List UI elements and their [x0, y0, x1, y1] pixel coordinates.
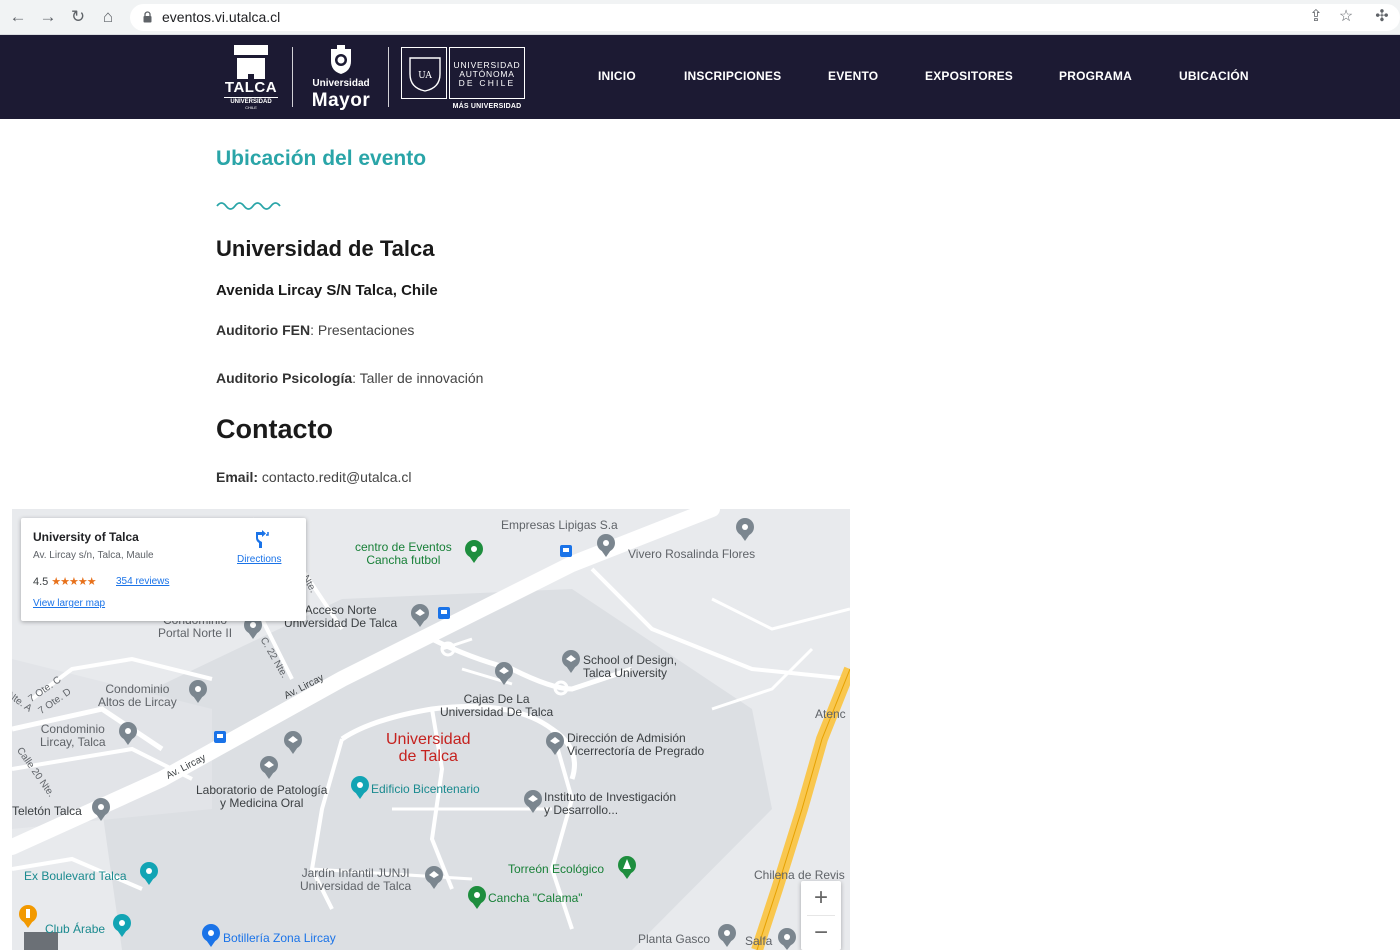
- url-text: eventos.vi.utalca.cl: [162, 9, 281, 25]
- map-label-condominio-lircay: Condominio Lircay, Talca: [40, 722, 106, 749]
- place-card-name: University of Talca: [33, 530, 139, 544]
- extensions-puzzle-icon[interactable]: ✣: [1372, 7, 1392, 27]
- logo-talca-universidad: UNIVERSIDAD: [224, 97, 278, 105]
- map-label-teleton: Teletón Talca: [12, 804, 82, 818]
- embedded-map[interactable]: Empresas Lipigas S.a centro de Eventos C…: [12, 509, 850, 950]
- ua-tagline: MÁS UNIVERSIDAD: [452, 103, 522, 110]
- bus-stop-icon[interactable]: [560, 545, 572, 557]
- nav-evento[interactable]: EVENTO: [828, 69, 878, 83]
- back-arrow-icon[interactable]: ←: [8, 7, 28, 27]
- zoom-in-button[interactable]: +: [801, 881, 841, 915]
- squiggle-divider-icon: [216, 202, 281, 210]
- lock-icon: [143, 11, 152, 23]
- email-value[interactable]: contacto.redit@utalca.cl: [258, 469, 412, 485]
- map-pin-gray[interactable]: [736, 518, 754, 541]
- browser-toolbar: ← → ↻ ⌂ eventos.vi.utalca.cl ⇪ ☆ ✣: [0, 0, 1400, 35]
- map-label-jardin: Jardín Infantil JUNJI Universidad de Tal…: [300, 866, 412, 893]
- address-bar[interactable]: eventos.vi.utalca.cl: [130, 4, 1400, 31]
- map-label-edificio-bicentenario: Edificio Bicentenario: [371, 782, 480, 796]
- rating-value: 4.5: [33, 576, 49, 588]
- zoom-out-button[interactable]: −: [801, 916, 841, 950]
- home-icon[interactable]: ⌂: [98, 7, 118, 27]
- road: [711, 597, 850, 631]
- map-pin-orange[interactable]: [19, 905, 37, 928]
- map-label-cajas: Cajas De La Universidad De Talca: [440, 692, 554, 719]
- map-label-vivero: Vivero Rosalinda Flores: [628, 547, 756, 561]
- map-label-condominio-altos: Condominio Altos de Lircay: [98, 682, 177, 709]
- ua-shield-frame: UA: [401, 47, 447, 99]
- nav-inicio[interactable]: INICIO: [598, 69, 636, 83]
- map-label-salfa: Salfa: [745, 934, 773, 948]
- ua-shield-icon: UA: [409, 57, 441, 92]
- logo-mayor-universidad: Universidad: [312, 78, 370, 89]
- map-zoom-controls: + −: [801, 881, 841, 950]
- logo-universidad-talca[interactable]: TALCA UNIVERSIDAD CHILE: [222, 45, 280, 110]
- map-label-universidad-talca: Universidad de Talca: [386, 731, 471, 765]
- ua-shield-text: UA: [418, 71, 432, 81]
- map-label-centro-eventos: centro de Eventos Cancha futbol: [355, 540, 452, 567]
- contact-title: Contacto: [216, 414, 333, 444]
- logo-divider: [292, 47, 293, 107]
- address: Avenida Lircay S/N Talca, Chile: [216, 282, 438, 299]
- email-label: Email:: [216, 469, 259, 485]
- forward-arrow-icon[interactable]: →: [38, 7, 58, 27]
- room-fen: Auditorio FEN: Presentaciones: [216, 322, 414, 338]
- logo-universidad-mayor[interactable]: Universidad Mayor: [303, 43, 379, 111]
- map-label-atenc: Atenc: [815, 707, 846, 721]
- logo-mayor-name: Mayor: [311, 90, 371, 111]
- bookmark-star-icon[interactable]: ☆: [1336, 7, 1356, 27]
- room-fen-label: Auditorio FEN: [216, 322, 311, 338]
- place-card-address: Av. Lircay s/n, Talca, Maule: [33, 550, 154, 561]
- map-label-torreon: Torreón Ecológico: [508, 862, 605, 876]
- reviews-link[interactable]: 354 reviews: [116, 576, 169, 587]
- map-label-school-design: School of Design, Talca University: [583, 653, 678, 680]
- view-larger-map-link[interactable]: View larger map: [33, 598, 105, 609]
- map-label-laboratorio: Laboratorio de Patología y Medicina Oral: [196, 783, 328, 810]
- map-pin-gray[interactable]: [718, 924, 736, 947]
- place-name: Universidad de Talca: [216, 236, 435, 261]
- nav-expositores[interactable]: EXPOSITORES: [925, 69, 1013, 83]
- bus-stop-icon[interactable]: [438, 607, 450, 619]
- nav-ubicacion[interactable]: UBICACIÓN: [1179, 69, 1249, 83]
- reload-icon[interactable]: ↻: [68, 7, 88, 27]
- room-psicologia-label: Auditorio Psicología: [216, 370, 353, 386]
- room-psicologia: Auditorio Psicología: Taller de innovaci…: [216, 370, 483, 386]
- map-label-ex-boulevard: Ex Boulevard Talca: [24, 869, 127, 883]
- room-fen-value: : Presentaciones: [310, 322, 415, 338]
- map-label-instituto: Instituto de Investigación y Desarrollo.…: [544, 790, 677, 817]
- map-pin-green[interactable]: [465, 540, 483, 563]
- ua-line-3: DE CHILE: [458, 78, 516, 88]
- map-label-empresas: Empresas Lipigas S.a: [501, 518, 618, 532]
- contact-email: Email: contacto.redit@utalca.cl: [216, 469, 412, 485]
- map-label-botilleria: Botillería Zona Lircay: [223, 931, 336, 945]
- site-header: TALCA UNIVERSIDAD CHILE Universidad Mayo…: [0, 35, 1400, 119]
- section-title: Ubicación del evento: [216, 147, 427, 170]
- room-psicologia-value: : Taller de innovación: [352, 370, 484, 386]
- logo-talca-chile: CHILE: [245, 105, 257, 110]
- directions-link[interactable]: Directions: [237, 554, 281, 565]
- logo-divider: [388, 47, 389, 107]
- logo-universidad-autonoma[interactable]: UA UNIVERSIDAD AUTÓNOMA DE CHILE MÁS UNI…: [401, 47, 525, 113]
- nav-programa[interactable]: PROGRAMA: [1059, 69, 1132, 83]
- rating-stars-icon: ★★★★★: [51, 576, 96, 588]
- share-icon[interactable]: ⇪: [1306, 7, 1326, 27]
- directions-icon[interactable]: [253, 530, 271, 548]
- nav-inscripciones[interactable]: INSCRIPCIONES: [684, 69, 781, 83]
- logo-talca-name: TALCA: [224, 79, 278, 96]
- talca-t-logo-icon: [234, 45, 268, 79]
- map-pin-gray[interactable]: [778, 928, 796, 950]
- mayor-crest-icon: [331, 45, 351, 74]
- map-label-cancha-calama: Cancha "Calama": [488, 891, 583, 905]
- map-place-card: University of Talca Av. Lircay s/n, Talc…: [21, 518, 306, 621]
- map-label-club-arabe: Club Árabe: [45, 922, 106, 936]
- bus-stop-icon[interactable]: [214, 731, 226, 743]
- ua-text-frame: UNIVERSIDAD AUTÓNOMA DE CHILE: [449, 47, 525, 99]
- map-label-direccion: Dirección de Admisión Vicerrectoría de P…: [567, 731, 705, 758]
- place-card-rating: 4.5 ★★★★★: [33, 575, 97, 588]
- map-label-planta-gasco: Planta Gasco: [638, 932, 711, 946]
